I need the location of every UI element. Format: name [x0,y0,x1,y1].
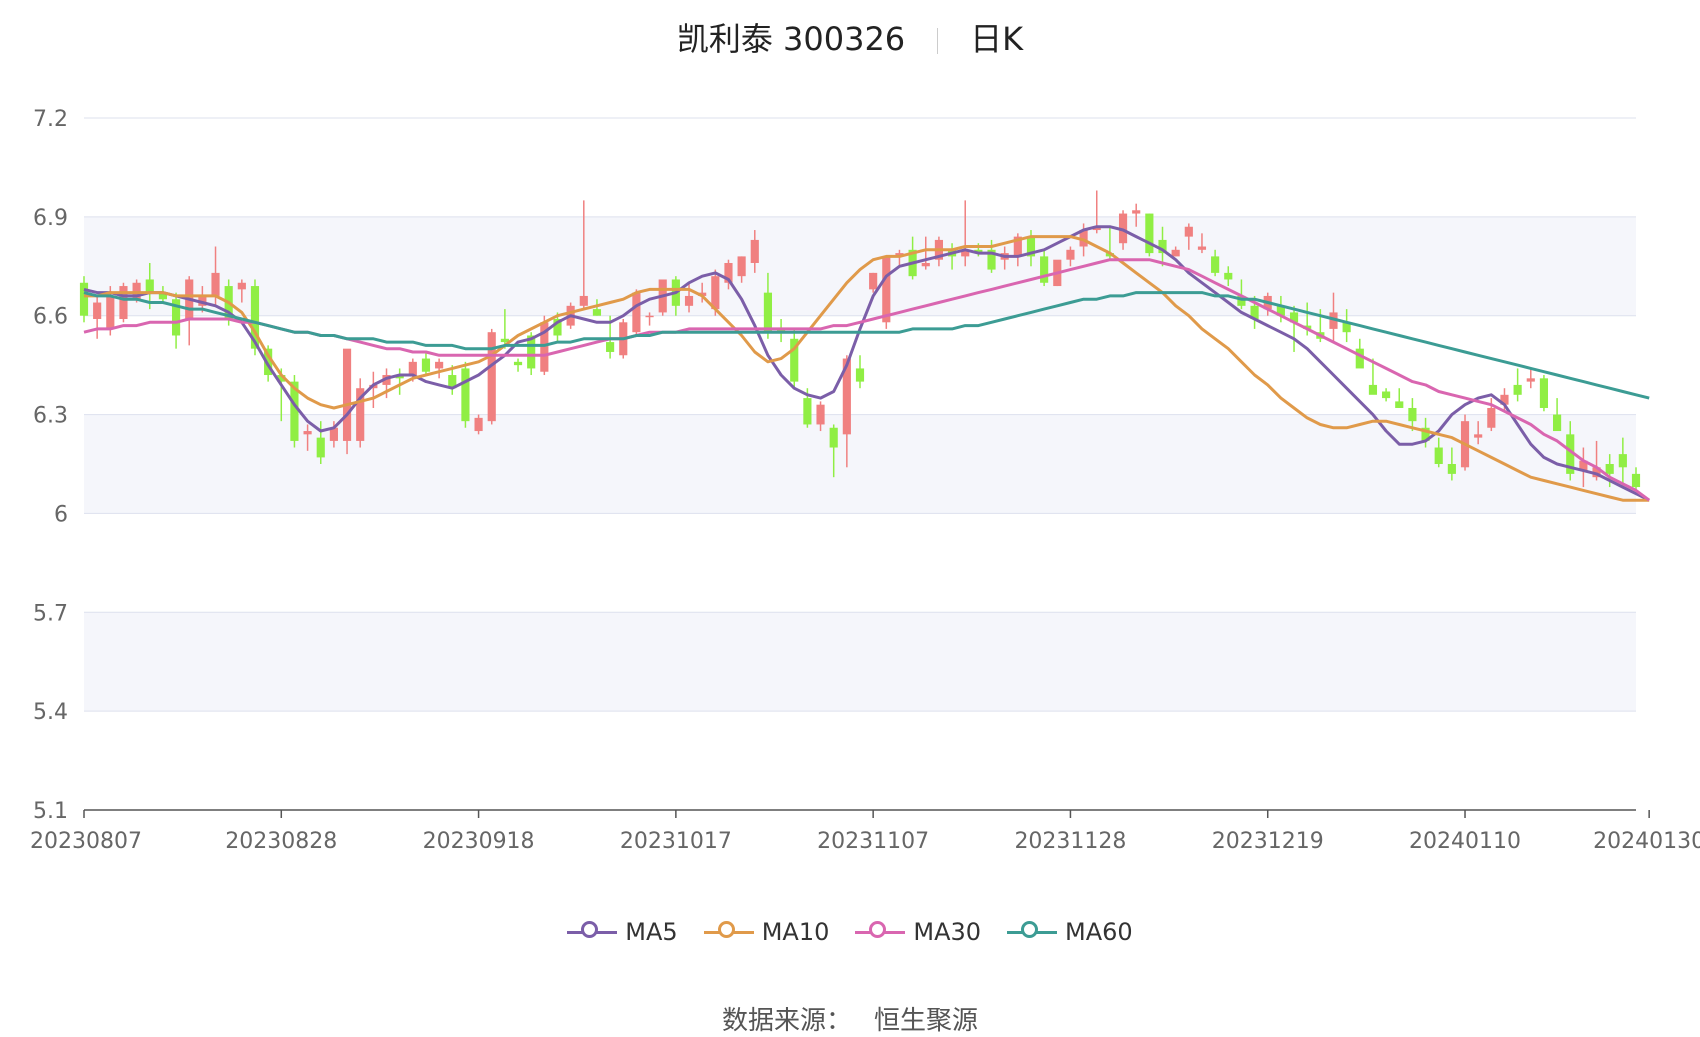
candle-body [1447,464,1456,474]
x-tick-label: 20231219 [1212,829,1324,854]
candle-body [1197,246,1207,250]
candle-body [1631,473,1641,488]
candle-body [829,427,838,448]
legend-swatch [567,920,618,938]
source-value: 恒生聚源 [874,1006,979,1036]
x-tick-label: 20240130 [1593,829,1700,854]
candle-body [1618,454,1627,468]
legend-label: MA30 [913,918,982,946]
candle-body [1474,434,1483,438]
candle-body [1526,378,1535,382]
candle-body [474,417,483,432]
candle-body [1539,378,1549,408]
legend-swatch [855,920,906,938]
source-label: 数据来源： [721,1006,852,1036]
candle-body [1211,256,1220,273]
x-tick-label: 20240110 [1409,829,1521,854]
candle-body [1408,407,1417,422]
candle-body [606,342,615,352]
candlestick-chart: 7.2 6.9 6.6 6.3 6 5.7 5.4 5.1 20230807 20230828 20… [30,107,1700,854]
candle-body [1132,210,1141,214]
candle-body [1395,401,1404,408]
candle-body [79,282,89,316]
candle-body [106,295,115,329]
candle-body [435,361,444,369]
candle-body [763,292,773,333]
candle-body [1355,348,1364,369]
legend: MA5 MA10 MA30 MA60 [0,918,1700,946]
x-tick-label: 20231128 [1014,829,1126,854]
legend-label: MA60 [1065,918,1133,946]
candle-body [1605,464,1614,474]
candle-body [645,315,654,318]
candle-body [816,404,825,425]
x-tick-label: 20231107 [817,829,929,854]
candle-body [316,437,325,458]
y-tick-label: 7.2 [33,107,68,132]
x-tick-label: 20231017 [620,829,732,854]
data-source: 数据来源： 恒生聚源 [0,1000,1700,1037]
candle-body [579,295,588,306]
legend-item-ma10[interactable]: MA10 [703,918,830,946]
candle-body [882,256,891,323]
candle-body [303,431,312,435]
candle-body [1434,447,1443,464]
legend-label: MA5 [625,918,678,946]
legend-marker-icon [717,920,735,938]
candle-body [1171,249,1180,257]
candle-body [737,256,746,277]
candle-body [855,368,865,382]
legend-item-ma5[interactable]: MA5 [567,918,678,946]
candle-body [1066,249,1075,260]
candle-body [921,262,930,267]
candle-body [1553,414,1562,432]
legend-marker-icon [869,920,887,938]
y-tick-label: 5.7 [33,601,68,626]
legend-swatch [1007,920,1058,938]
candle-body [145,279,154,293]
legend-item-ma60[interactable]: MA60 [1007,918,1133,946]
candle-body [869,272,878,290]
candle-body [1487,407,1496,428]
legend-marker-icon [581,920,599,938]
candle-body [342,348,352,441]
y-tick-label: 6.9 [33,206,68,231]
y-tick-label: 6 [54,502,68,527]
candle-body [119,286,128,320]
candle-body [93,302,102,320]
x-tick-label: 20230918 [423,829,535,854]
grid-band [84,612,1636,712]
y-tick-label: 5.1 [33,799,68,824]
candle-body [1040,256,1049,283]
candle-body [461,368,470,422]
candle-body [1224,272,1233,280]
candle-body [487,332,496,422]
legend-marker-icon [1021,920,1039,938]
candle-body [1513,384,1522,395]
candle-body [1382,391,1391,399]
candle-body [592,309,602,316]
candle-body [1184,226,1193,237]
legend-item-ma30[interactable]: MA30 [855,918,981,946]
legend-swatch [703,920,754,938]
candle-body [408,361,417,376]
candle-body [750,239,759,263]
candle-body [803,398,812,425]
legend-label: MA10 [761,918,830,946]
y-tick-label: 6.6 [33,305,68,330]
candle-body [513,361,523,366]
grid-band [84,216,1636,316]
candle-body [1145,213,1154,254]
candle-body [421,358,431,372]
candle-body [632,292,641,333]
candle-body [237,282,246,290]
candle-body [1368,384,1378,395]
candle-body [211,272,220,296]
y-tick-label: 5.4 [33,700,68,725]
x-tick-label: 20230807 [30,829,142,854]
y-tick-label: 6.3 [33,404,68,429]
candle-body [684,295,694,306]
x-tick-label: 20230828 [225,829,337,854]
